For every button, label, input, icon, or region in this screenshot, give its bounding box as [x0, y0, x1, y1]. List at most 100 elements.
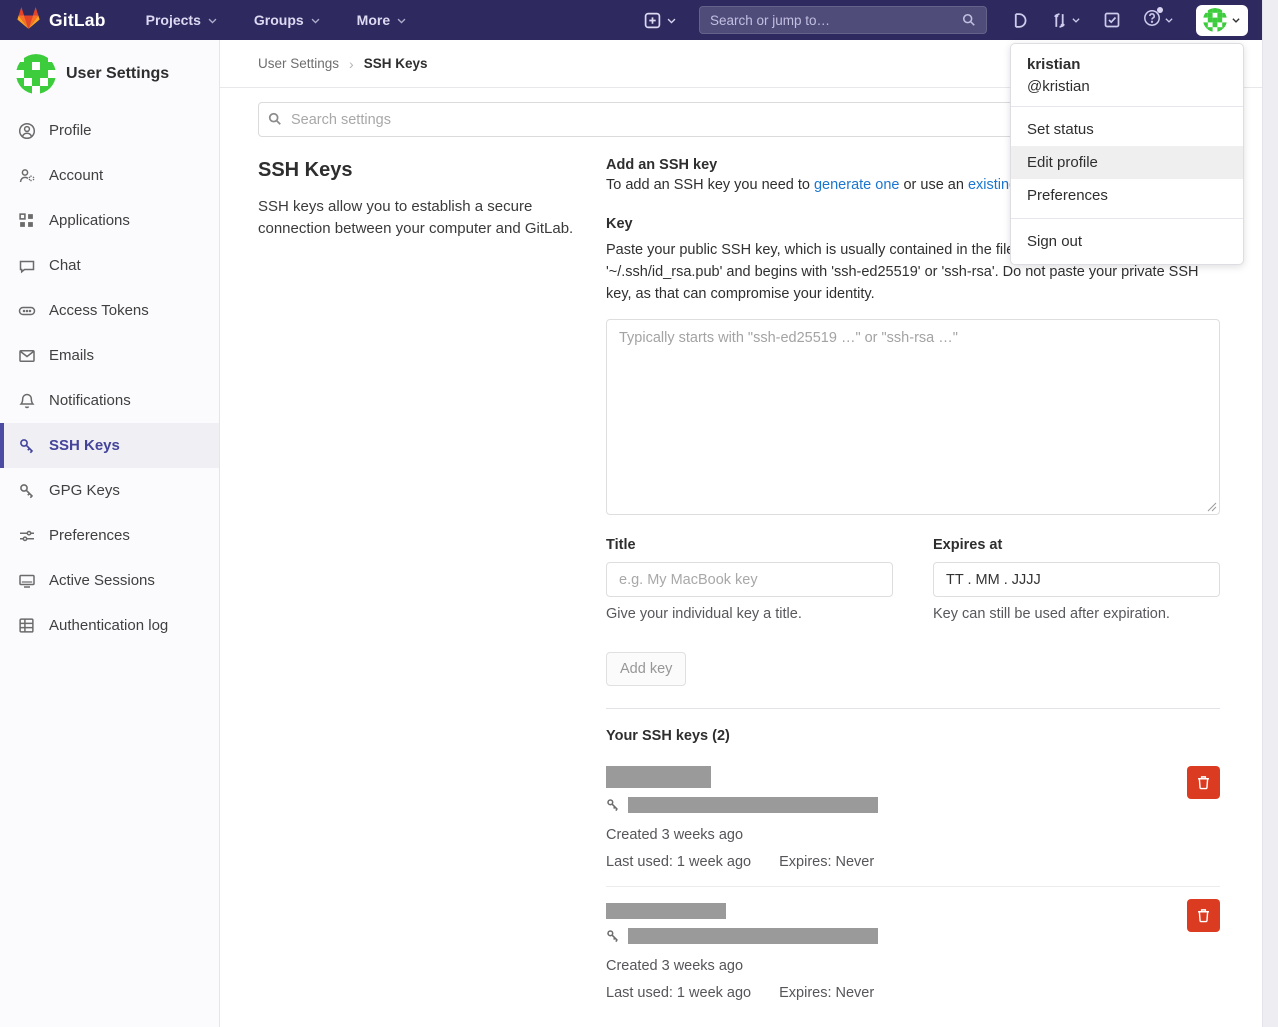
- your-ssh-keys-heading: Your SSH keys (2): [606, 728, 1220, 744]
- key-icon: [606, 798, 620, 812]
- user-avatar: [16, 54, 56, 94]
- expires-label: Expires at: [933, 537, 1220, 553]
- help-button[interactable]: [1143, 9, 1174, 31]
- sliders-icon: [18, 527, 36, 545]
- top-navbar: GitLab Projects Groups More Search or: [0, 0, 1262, 40]
- gitlab-ssh-keys-page: GitLab Projects Groups More Search or: [0, 0, 1278, 1027]
- user-handle: @kristian: [1027, 78, 1227, 95]
- key-fingerprint-redacted: [628, 797, 878, 813]
- applications-grid-icon: [18, 212, 36, 230]
- menu-item-preferences[interactable]: Preferences: [1011, 179, 1243, 212]
- new-menu-button[interactable]: [644, 12, 677, 29]
- search-icon: [962, 13, 976, 27]
- settings-sidebar: User Settings Profile Account Applicatio…: [0, 40, 220, 1027]
- key-created: Created 3 weeks ago: [606, 958, 1220, 974]
- sidebar-item-access-tokens[interactable]: Access Tokens: [0, 288, 219, 333]
- notification-dot: [1157, 7, 1163, 13]
- menu-item-edit-profile[interactable]: Edit profile: [1011, 146, 1243, 179]
- gitlab-logo[interactable]: GitLab: [16, 6, 106, 34]
- logo-wordmark: GitLab: [49, 10, 106, 31]
- title-input[interactable]: [606, 562, 893, 597]
- ssh-key-textarea[interactable]: [606, 319, 1220, 515]
- nav-groups[interactable]: Groups: [254, 12, 321, 28]
- nav-more[interactable]: More: [357, 12, 407, 28]
- merge-request-icon: [1051, 12, 1068, 29]
- menu-item-sign-out[interactable]: Sign out: [1011, 225, 1243, 258]
- merge-requests-button[interactable]: [1051, 12, 1081, 29]
- add-key-button[interactable]: Add key: [606, 652, 686, 686]
- menu-divider: [1011, 218, 1243, 219]
- token-pill-icon: [18, 302, 36, 320]
- user-menu-header: kristian @kristian: [1011, 44, 1243, 106]
- trash-icon: [1196, 775, 1211, 790]
- sidebar-item-authentication-log[interactable]: Authentication log: [0, 603, 219, 648]
- todos-button[interactable]: [1104, 12, 1120, 28]
- expires-input[interactable]: [933, 562, 1220, 597]
- breadcrumb-ssh-keys: SSH Keys: [364, 56, 428, 71]
- page-description: SSH keys allow you to establish a secure…: [258, 196, 574, 240]
- key-last-used: Last used: 1 week ago: [606, 985, 751, 1001]
- sidebar-item-applications[interactable]: Applications: [0, 198, 219, 243]
- expires-field-group: Expires at Key can still be used after e…: [933, 537, 1220, 622]
- sidebar-item-gpg-keys[interactable]: GPG Keys: [0, 468, 219, 513]
- title-field-group: Title Give your individual key a title.: [606, 537, 893, 622]
- breadcrumb-user-settings[interactable]: User Settings: [258, 56, 339, 71]
- bell-icon: [18, 392, 36, 410]
- key-expires: Expires: Never: [779, 854, 874, 870]
- primary-nav: Projects Groups More: [146, 12, 407, 28]
- user-avatar-button[interactable]: [1196, 5, 1248, 36]
- page-title: SSH Keys: [258, 159, 574, 182]
- chevron-down-icon: [1164, 15, 1174, 25]
- user-avatar: [1203, 8, 1227, 32]
- sidebar-header: User Settings: [0, 50, 219, 108]
- monitor-icon: [18, 572, 36, 590]
- navbar-right: Search or jump to…: [644, 5, 1248, 36]
- key-expires: Expires: Never: [779, 985, 874, 1001]
- sidebar-item-account[interactable]: Account: [0, 153, 219, 198]
- key-fingerprint-redacted: [628, 928, 878, 944]
- trash-icon: [1196, 908, 1211, 923]
- chevron-down-icon: [1071, 15, 1081, 25]
- key-icon: [18, 437, 36, 455]
- chevron-down-icon: [1231, 15, 1241, 25]
- status-icons: [1011, 9, 1174, 31]
- generate-one-link[interactable]: generate one: [814, 177, 899, 193]
- chevron-down-icon: [310, 15, 321, 26]
- delete-key-button[interactable]: [1187, 899, 1220, 932]
- page-scrollbar[interactable]: [1262, 0, 1278, 1027]
- sidebar-item-preferences[interactable]: Preferences: [0, 513, 219, 558]
- sidebar-item-ssh-keys[interactable]: SSH Keys: [0, 423, 219, 468]
- key-last-used: Last used: 1 week ago: [606, 854, 751, 870]
- plus-square-icon: [644, 12, 661, 29]
- chat-bubble-icon: [18, 257, 36, 275]
- delete-key-button[interactable]: [1187, 766, 1220, 799]
- sidebar-item-notifications[interactable]: Notifications: [0, 378, 219, 423]
- chevron-down-icon: [396, 15, 407, 26]
- key-icon: [606, 929, 620, 943]
- tanuki-icon: [16, 6, 41, 34]
- search-icon: [268, 112, 282, 126]
- menu-divider: [1011, 106, 1243, 107]
- menu-item-set-status[interactable]: Set status: [1011, 113, 1243, 146]
- your-ssh-keys-section: Your SSH keys (2) Created 3 weeks ago La…: [606, 708, 1220, 1017]
- key-icon: [18, 482, 36, 500]
- key-created: Created 3 weeks ago: [606, 827, 1220, 843]
- log-table-icon: [18, 617, 36, 635]
- global-search-input[interactable]: Search or jump to…: [699, 6, 987, 34]
- section-form: Add an SSH key To add an SSH key you nee…: [606, 157, 1220, 1017]
- expires-hint: Key can still be used after expiration.: [933, 606, 1220, 622]
- ssh-key-item: Created 3 weeks ago Last used: 1 week ag…: [606, 766, 1220, 886]
- sidebar-title: User Settings: [66, 65, 169, 83]
- user-menu-dropdown: kristian @kristian Set status Edit profi…: [1010, 43, 1244, 265]
- issues-button[interactable]: [1011, 12, 1028, 29]
- sidebar-item-emails[interactable]: Emails: [0, 333, 219, 378]
- key-title-redacted: [606, 766, 711, 788]
- sidebar-item-profile[interactable]: Profile: [0, 108, 219, 153]
- sidebar-item-active-sessions[interactable]: Active Sessions: [0, 558, 219, 603]
- section-overview: SSH Keys SSH keys allow you to establish…: [258, 157, 574, 1017]
- ssh-key-item: Created 3 weeks ago Last used: 1 week ag…: [606, 886, 1220, 1017]
- todo-check-icon: [1104, 12, 1120, 28]
- sidebar-item-chat[interactable]: Chat: [0, 243, 219, 288]
- nav-projects[interactable]: Projects: [146, 12, 218, 28]
- chevron-down-icon: [666, 15, 677, 26]
